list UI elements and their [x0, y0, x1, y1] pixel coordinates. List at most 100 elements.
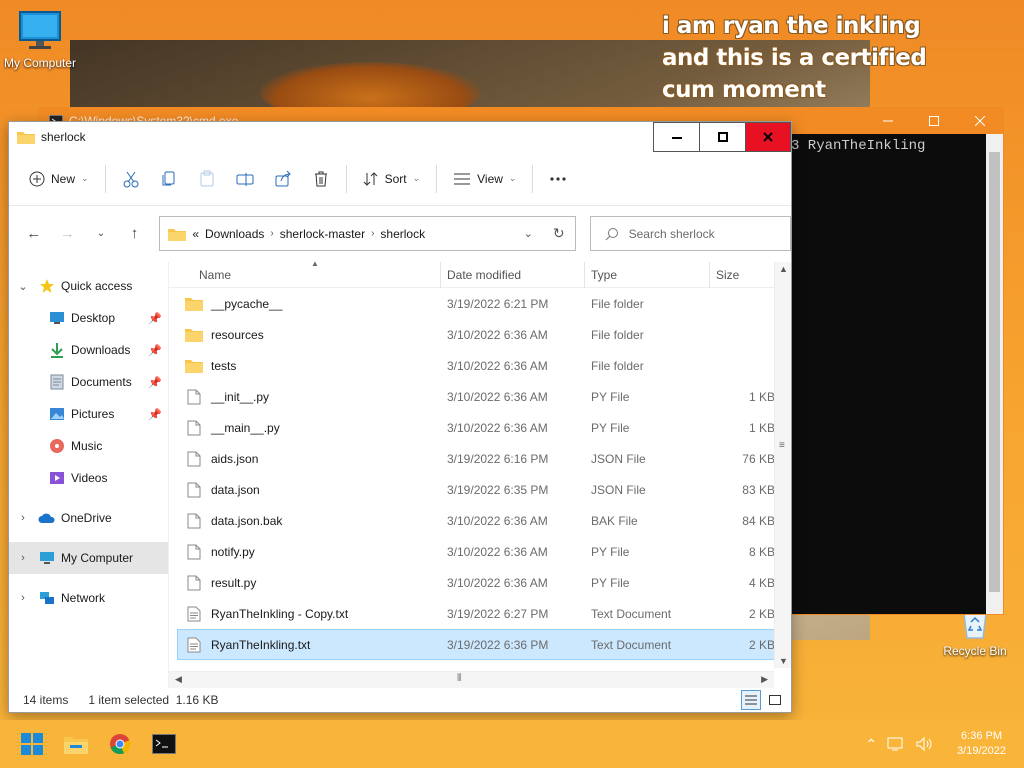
file-name-cell[interactable]: data.json.bak: [169, 513, 441, 529]
desktop-icon-recycle-bin[interactable]: Recycle Bin: [935, 610, 1015, 658]
details-view-button[interactable]: [741, 690, 761, 710]
column-header-type[interactable]: Type: [585, 261, 710, 288]
back-button[interactable]: ←: [19, 219, 49, 249]
scroll-grip-icon[interactable]: ⦀: [457, 673, 461, 684]
file-name-cell[interactable]: notify.py: [169, 544, 441, 560]
file-row[interactable]: __init__.py 3/10/2022 6:36 AM PY File 1 KB: [169, 381, 791, 412]
cmd-minimize-button[interactable]: [865, 108, 911, 134]
taskbar-file-explorer[interactable]: [54, 722, 98, 766]
sort-button[interactable]: Sort ⌄: [353, 162, 431, 196]
file-name-cell[interactable]: __main__.py: [169, 420, 441, 436]
file-explorer-window[interactable]: sherlock New ⌄ Sort ⌄ View ⌄ ← → ⌄ ↑ « D…: [8, 121, 792, 713]
file-row[interactable]: result.py 3/10/2022 6:36 AM PY File 4 KB: [169, 567, 791, 598]
file-name-cell[interactable]: __init__.py: [169, 389, 441, 405]
file-row[interactable]: data.json 3/19/2022 6:35 PM JSON File 83 KB: [169, 474, 791, 505]
file-row[interactable]: RyanTheInkling - Copy.txt 3/19/2022 6:27 …: [169, 598, 791, 629]
file-row[interactable]: RyanTheInkling.txt 3/19/2022 6:36 PM Text …: [177, 629, 781, 660]
column-header-date[interactable]: Date modified: [441, 261, 585, 288]
maximize-button[interactable]: [699, 122, 745, 152]
column-header-size[interactable]: Size: [710, 262, 775, 288]
nav-item-desktop[interactable]: Desktop 📌: [9, 302, 168, 334]
breadcrumb-sherlock-master[interactable]: sherlock-master: [280, 227, 365, 241]
explorer-titlebar[interactable]: sherlock: [9, 122, 791, 152]
chevron-up-icon[interactable]: ⌃: [865, 736, 877, 753]
file-row[interactable]: resources 3/10/2022 6:36 AM File folder: [169, 319, 791, 350]
chevron-down-icon[interactable]: ⌄: [9, 280, 37, 293]
file-name-cell[interactable]: aids.json: [169, 451, 441, 467]
horizontal-scrollbar[interactable]: ◀ ⦀ ▶: [169, 671, 774, 688]
taskbar-cmd[interactable]: [142, 722, 186, 766]
minimize-button[interactable]: [653, 122, 699, 152]
cloud-icon: [37, 512, 57, 524]
up-button[interactable]: ↑: [120, 219, 150, 249]
nav-quick-access[interactable]: ⌄ Quick access: [9, 270, 168, 302]
cmd-close-button[interactable]: [957, 108, 1003, 134]
breadcrumb-downloads[interactable]: Downloads: [205, 227, 264, 241]
nav-item-downloads[interactable]: Downloads 📌: [9, 334, 168, 366]
taskbar-chrome[interactable]: [98, 722, 142, 766]
file-name-cell[interactable]: tests: [169, 358, 441, 374]
file-row[interactable]: data.json.bak 3/10/2022 6:36 AM BAK File 84…: [169, 505, 791, 536]
explorer-body: ⌄ Quick access Desktop 📌 Downloads 📌 Doc…: [9, 259, 791, 688]
clock[interactable]: 6:36 PM 3/19/2022: [957, 729, 1006, 759]
cut-button[interactable]: [112, 162, 150, 196]
forward-button[interactable]: →: [53, 219, 83, 249]
scroll-down-icon[interactable]: ▼: [775, 656, 792, 666]
nav-item-pictures[interactable]: Pictures 📌: [9, 398, 168, 430]
nav-item-music[interactable]: Music: [9, 430, 168, 462]
scroll-left-icon[interactable]: ◀: [175, 674, 182, 685]
desktop-icon-my-computer[interactable]: My Computer: [0, 10, 80, 70]
volume-icon[interactable]: [915, 736, 933, 752]
nav-item-documents[interactable]: Documents 📌: [9, 366, 168, 398]
file-name-cell[interactable]: result.py: [169, 575, 441, 591]
scroll-right-icon[interactable]: ▶: [761, 674, 768, 685]
vertical-scrollbar[interactable]: ▲ ≡ ▼: [774, 262, 791, 668]
refresh-icon[interactable]: ↻: [553, 225, 575, 242]
more-options-button[interactable]: [539, 162, 577, 196]
large-icons-view-button[interactable]: [765, 690, 785, 710]
delete-button[interactable]: [302, 162, 340, 196]
chevron-right-icon[interactable]: ›: [9, 592, 37, 604]
file-name-cell[interactable]: data.json: [169, 482, 441, 498]
file-name-cell[interactable]: RyanTheInkling - Copy.txt: [169, 606, 441, 622]
chevron-right-icon[interactable]: ›: [9, 512, 37, 524]
file-date: 3/10/2022 6:36 AM: [447, 575, 548, 590]
chevron-right-icon[interactable]: ›: [9, 552, 37, 564]
nav-network[interactable]: › Network: [9, 582, 168, 614]
cmd-scrollbar[interactable]: [986, 134, 1003, 614]
rename-button[interactable]: [226, 162, 264, 196]
network-status-icon[interactable]: [887, 736, 905, 752]
paste-button[interactable]: [188, 162, 226, 196]
recent-locations-button[interactable]: ⌄: [86, 219, 116, 249]
close-button[interactable]: [745, 122, 791, 152]
nav-item-videos[interactable]: Videos: [9, 462, 168, 494]
nav-onedrive[interactable]: › OneDrive: [9, 502, 168, 534]
chevron-right-icon[interactable]: ›: [270, 228, 273, 239]
scroll-up-icon[interactable]: ▲: [775, 264, 792, 274]
new-button[interactable]: New ⌄: [19, 162, 99, 196]
file-name-cell[interactable]: resources: [169, 327, 441, 343]
nav-my-computer[interactable]: › My Computer: [9, 542, 168, 574]
search-box[interactable]: Search sherlock: [589, 216, 791, 251]
cmd-scroll-thumb[interactable]: [989, 152, 1000, 592]
file-name-cell[interactable]: RyanTheInkling.txt: [177, 637, 441, 653]
cmd-maximize-button[interactable]: [911, 108, 957, 134]
breadcrumb-sherlock[interactable]: sherlock: [380, 227, 425, 241]
file-row[interactable]: notify.py 3/10/2022 6:36 AM PY File 8 KB: [169, 536, 791, 567]
breadcrumb-overflow[interactable]: «: [192, 227, 199, 241]
file-row[interactable]: tests 3/10/2022 6:36 AM File folder: [169, 350, 791, 381]
scroll-grip-icon[interactable]: ≡: [779, 440, 785, 451]
file-name-cell[interactable]: __pycache__: [169, 296, 441, 312]
file-row[interactable]: __main__.py 3/10/2022 6:36 AM PY File 1 KB: [169, 412, 791, 443]
copy-button[interactable]: [150, 162, 188, 196]
navigation-pane: ⌄ Quick access Desktop 📌 Downloads 📌 Doc…: [9, 262, 169, 688]
share-button[interactable]: [264, 162, 302, 196]
file-row[interactable]: aids.json 3/19/2022 6:16 PM JSON File 76 KB: [169, 443, 791, 474]
view-button[interactable]: View ⌄: [443, 162, 526, 196]
chevron-right-icon[interactable]: ›: [371, 228, 374, 239]
start-button[interactable]: [10, 722, 54, 766]
column-header-name[interactable]: Name: [169, 261, 441, 288]
address-history-chevron-icon[interactable]: ⌄: [524, 227, 547, 240]
address-bar[interactable]: « Downloads › sherlock-master › sherlock…: [159, 216, 576, 251]
file-row[interactable]: __pycache__ 3/19/2022 6:21 PM File folder: [169, 288, 791, 319]
